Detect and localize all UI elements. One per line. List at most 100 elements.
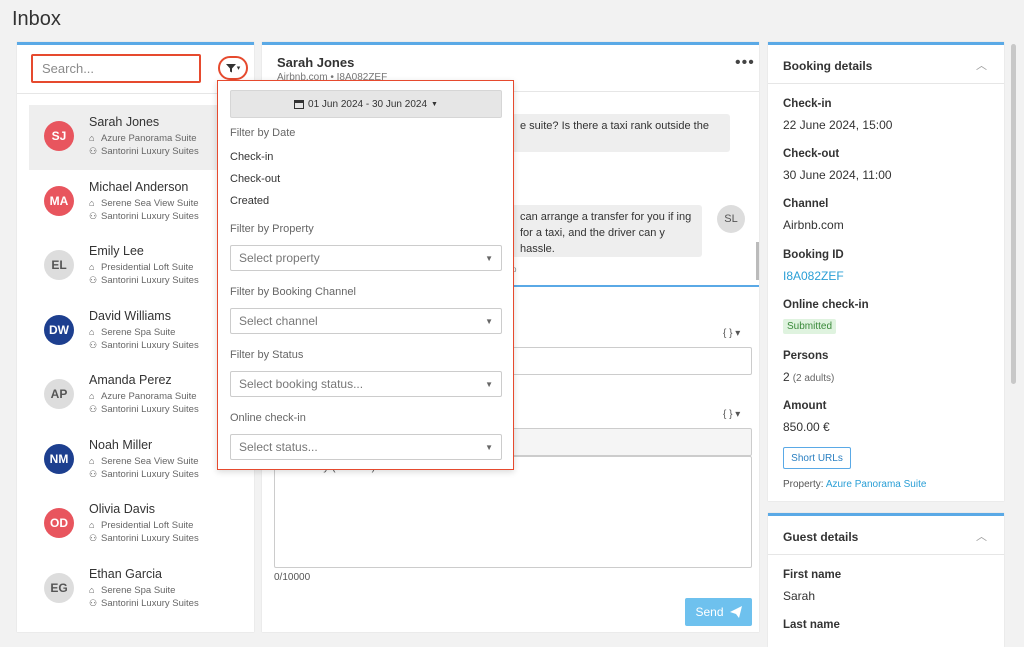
first-name-label: First name (783, 569, 842, 581)
status-badge: Submitted (783, 319, 837, 334)
checkin-label: Check-in (783, 98, 832, 110)
filter-by-channel-label: Filter by Booking Channel (230, 286, 356, 298)
guest-details-panel: Guest details ︿ First name Sarah Last na… (768, 513, 1004, 647)
date-option-checkin[interactable]: Check-in (230, 151, 273, 163)
email-body-field[interactable] (274, 456, 752, 568)
user-icon: ⚇ (89, 339, 98, 350)
conversation-property: ⚇ Santorini Luxury Suites (89, 404, 199, 415)
template-variables-button[interactable]: { } ▾ (723, 328, 740, 339)
property-name: Santorini Luxury Suites (101, 533, 199, 544)
date-range-label: 01 Jun 2024 - 30 Jun 2024 (308, 98, 428, 110)
property-select-value: Select property (239, 251, 320, 265)
date-option-checkout[interactable]: Check-out (230, 173, 280, 185)
property-name: Santorini Luxury Suites (101, 275, 199, 286)
conversation-property: ⚇ Santorini Luxury Suites (89, 146, 199, 157)
user-icon: ⚇ (89, 146, 98, 156)
chevron-up-icon[interactable]: ︿ (976, 528, 987, 544)
avatar: NM (44, 443, 74, 474)
home-icon: ⌂ (89, 326, 95, 337)
checkin-value: 22 June 2024, 15:00 (783, 118, 893, 132)
suite-name: Serene Sea View Suite (101, 197, 199, 209)
conversation-guest-name: Noah Miller (89, 437, 153, 452)
suite-name: Azure Panorama Suite (101, 391, 197, 402)
suite-name: Serene Spa Suite (101, 584, 176, 596)
suite-name: Serene Sea View Suite (101, 455, 199, 467)
conversation-property: ⚇ Santorini Luxury Suites (89, 469, 199, 480)
conversation-suite: ⌂ Azure Panorama Suite (89, 133, 197, 144)
caret-down-icon: ▼ (485, 253, 493, 263)
home-icon: ⌂ (89, 262, 95, 272)
checkout-value: 30 June 2024, 11:00 (783, 168, 892, 182)
guest-details-header: Guest details (783, 530, 859, 544)
divider (768, 83, 1004, 84)
funnel-icon (225, 64, 236, 73)
first-name-value: Sarah (783, 589, 816, 603)
search-input[interactable] (31, 54, 201, 83)
property-select[interactable]: Select property ▼ (230, 245, 502, 271)
caret-down-icon: ▼ (485, 442, 493, 452)
chevron-down-icon: ▾ (236, 65, 241, 72)
conversation-suite: ⌂ Azure Panorama Suite (89, 391, 197, 402)
property-line: Property: Azure Panorama Suite (783, 479, 926, 490)
home-icon: ⌂ (89, 133, 95, 143)
channel-select-value: Select channel (239, 314, 318, 328)
compose-tab-indicator (512, 285, 759, 287)
online-checkin-select[interactable]: Select status... ▼ (230, 434, 502, 460)
last-name-label: Last name (783, 619, 840, 631)
booking-id-label: Booking ID (783, 249, 844, 261)
chat-scrollbar[interactable] (756, 242, 759, 280)
avatar: EL (44, 250, 74, 280)
page-scrollbar[interactable] (1011, 44, 1016, 384)
booking-details-panel: Booking details ︿ Check-in 22 June 2024,… (768, 42, 1004, 501)
more-options-button[interactable]: ••• (735, 55, 755, 71)
online-checkin-select-value: Select status... (239, 440, 318, 454)
suite-name: Presidential Loft Suite (101, 520, 194, 531)
property-label: Property: (783, 479, 824, 490)
avatar: EG (44, 572, 74, 603)
char-count: 0/10000 (274, 572, 311, 583)
page-title: Inbox (12, 8, 61, 30)
avatar: AP (44, 379, 74, 409)
subject-field[interactable] (512, 347, 752, 375)
conversation-guest-name: David Williams (89, 308, 171, 323)
conversation-suite: ⌂ Serene Spa Suite (89, 327, 175, 338)
conversation-item[interactable]: OD Olivia Davis ⌂ Presidential Loft Suite ⚇ S… (29, 492, 254, 557)
filter-by-status-label: Filter by Status (230, 349, 304, 361)
property-link[interactable]: Azure Panorama Suite (826, 479, 927, 490)
booking-status-select[interactable]: Select booking status... ▼ (230, 371, 502, 397)
short-urls-button[interactable]: Short URLs (783, 447, 851, 469)
filter-by-property-label: Filter by Property (230, 223, 314, 235)
channel-value: Airbnb.com (783, 218, 844, 232)
caret-down-icon: ▼ (485, 379, 493, 389)
template-variables-button[interactable]: { } ▾ (723, 409, 740, 420)
user-icon: ⚇ (89, 597, 98, 608)
user-icon: ⚇ (89, 468, 98, 479)
channel-select[interactable]: Select channel ▼ (230, 308, 502, 334)
date-range-button[interactable]: 01 Jun 2024 - 30 Jun 2024 ▼ (230, 90, 502, 118)
checkout-label: Check-out (783, 148, 840, 160)
filter-button[interactable]: ▾ (218, 56, 248, 80)
home-icon: ⌂ (89, 584, 95, 595)
booking-id-link[interactable]: I8A082ZEF (783, 269, 844, 283)
property-name: Santorini Luxury Suites (101, 339, 199, 351)
home-icon: ⌂ (89, 455, 95, 466)
conversation-property: ⚇ Santorini Luxury Suites (89, 340, 199, 351)
conversation-suite: ⌂ Serene Sea View Suite (89, 456, 199, 467)
amount-value: 850.00 € (783, 420, 830, 434)
calendar-icon (294, 100, 305, 109)
conversation-property: ⚇ Santorini Luxury Suites (89, 211, 199, 222)
booking-status-select-value: Select booking status... (239, 377, 364, 391)
property-name: Santorini Luxury Suites (101, 404, 199, 415)
user-icon: ⚇ (89, 210, 98, 221)
online-checkin-label: Online check-in (230, 412, 306, 424)
conversation-item[interactable]: EG Ethan Garcia ⌂ Serene Spa Suite ⚇ Santorin… (29, 557, 254, 622)
user-icon: ⚇ (89, 533, 98, 543)
editor-toolbar[interactable] (512, 428, 752, 456)
send-button[interactable]: Send (685, 598, 752, 626)
avatar: OD (44, 508, 74, 538)
conversation-suite: ⌂ Serene Spa Suite (89, 585, 175, 596)
suite-name: Serene Spa Suite (101, 326, 176, 338)
avatar: SJ (44, 121, 74, 151)
chevron-up-icon[interactable]: ︿ (976, 57, 987, 73)
date-option-created[interactable]: Created (230, 195, 269, 207)
